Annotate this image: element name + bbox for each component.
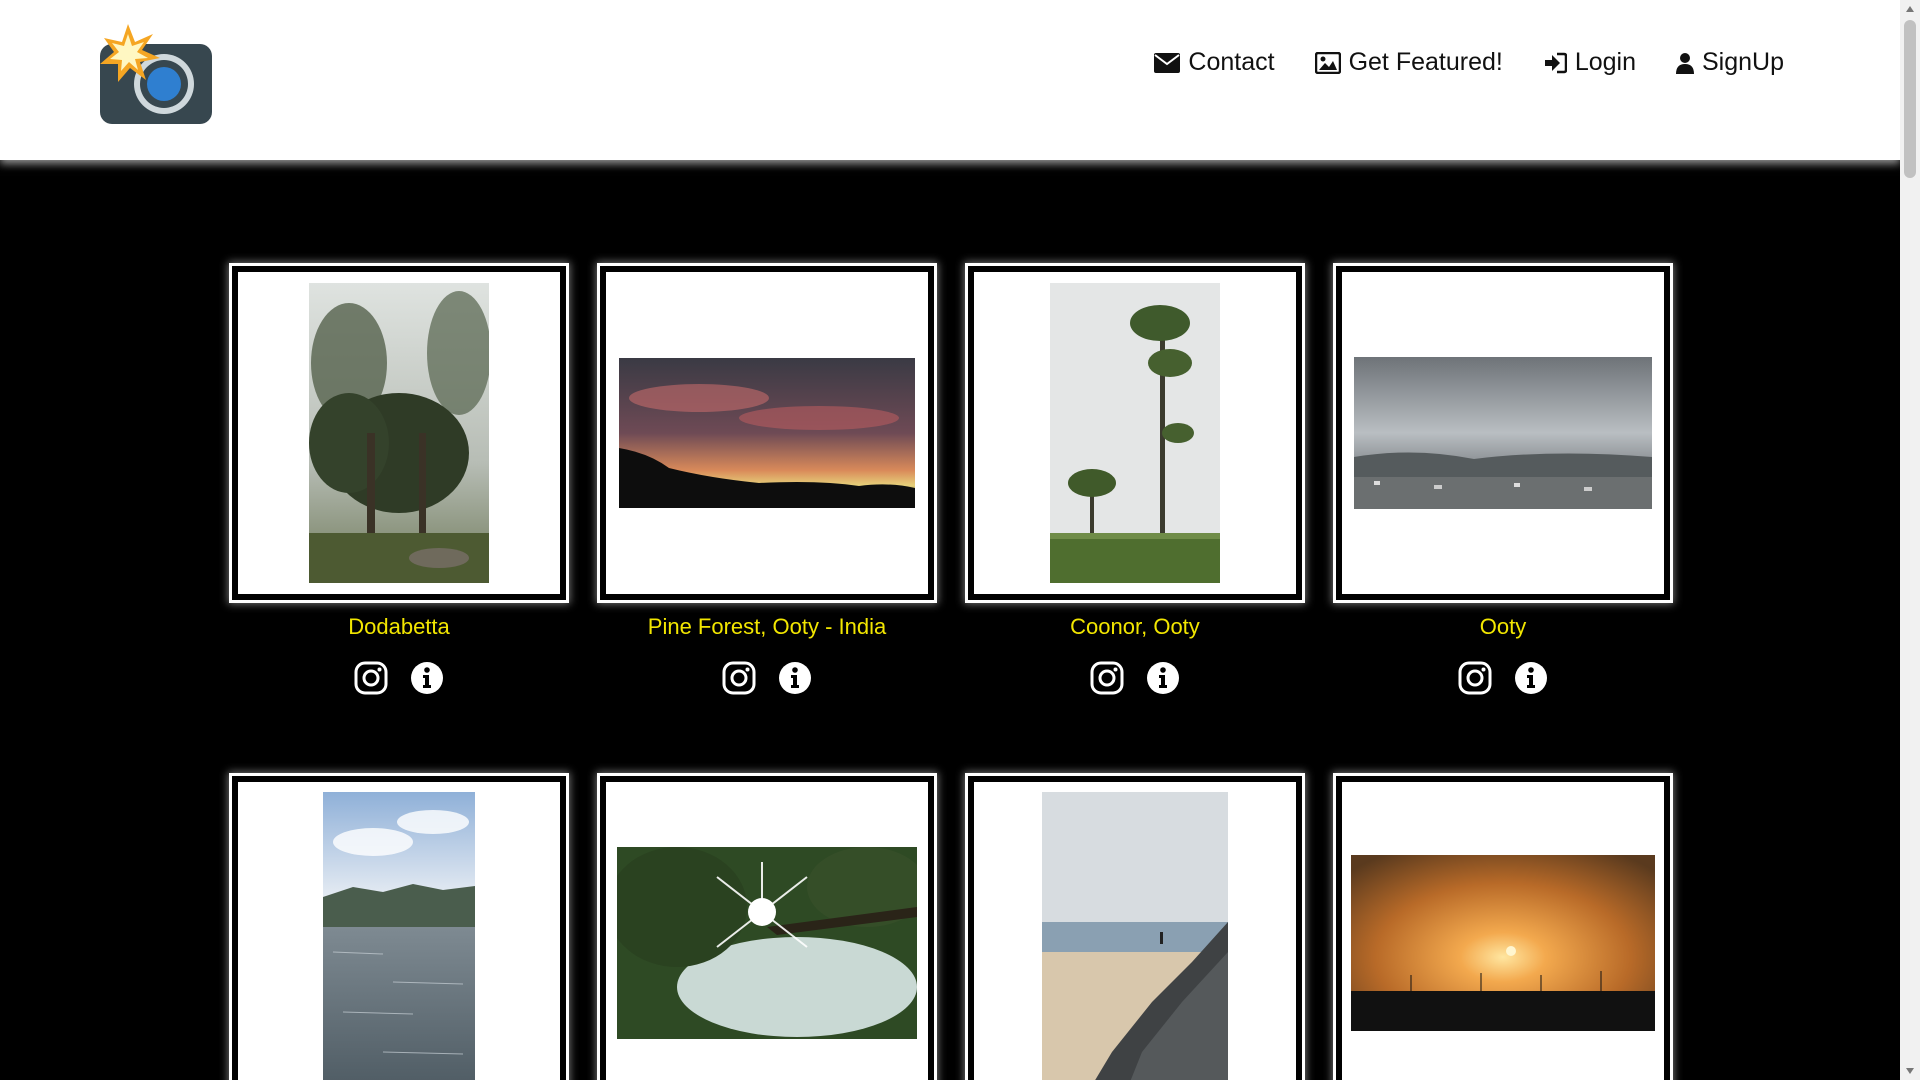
scroll-thumb[interactable] [1904, 20, 1916, 178]
photo-actions [353, 658, 445, 698]
gallery-row [229, 773, 1673, 1080]
photo-card [1333, 773, 1673, 1080]
main-nav: Contact Get Featured! Login SignUp [1154, 48, 1784, 77]
camera-logo[interactable] [98, 24, 214, 126]
page-scrollbar[interactable] [1900, 0, 1920, 1080]
nav-contact[interactable]: Contact [1154, 48, 1275, 77]
instagram-icon[interactable] [353, 660, 389, 696]
info-icon[interactable] [1513, 660, 1549, 696]
nav-login-label: Login [1574, 48, 1636, 76]
cloudy-town-hills [1354, 357, 1652, 509]
photo-frame[interactable] [965, 263, 1305, 603]
nav-contact-label: Contact [1188, 48, 1275, 76]
nav-signup-label: SignUp [1702, 48, 1784, 76]
instagram-icon[interactable] [1457, 660, 1493, 696]
user-icon [1676, 52, 1694, 74]
photo-caption: Ooty [1479, 614, 1527, 639]
lake-mountains-sky [323, 792, 475, 1080]
sun-through-trees [617, 847, 917, 1039]
photo-frame[interactable] [229, 263, 569, 603]
scroll-up-arrow-icon[interactable] [1900, 0, 1920, 18]
envelope-icon [1154, 52, 1181, 73]
instagram-icon[interactable] [1089, 660, 1125, 696]
site-header: Contact Get Featured! Login SignUp [0, 0, 1900, 160]
photo-frame[interactable] [597, 263, 937, 603]
photo-frame[interactable] [1333, 773, 1673, 1080]
sign-in-icon [1543, 52, 1567, 74]
photo-card: Pine Forest, Ooty - India [597, 263, 937, 698]
photo-card [965, 773, 1305, 1080]
scroll-down-arrow-icon[interactable] [1900, 1062, 1920, 1080]
info-icon[interactable] [777, 660, 813, 696]
photo-actions [1089, 658, 1181, 698]
image-icon [1314, 51, 1341, 74]
photo-caption: Pine Forest, Ooty - India [647, 614, 887, 639]
instagram-icon[interactable] [721, 660, 757, 696]
page: Contact Get Featured! Login SignUp Dodab… [0, 0, 1920, 1080]
photo-caption: Coonor, Ooty [1070, 614, 1200, 639]
misty-forest-trees [309, 283, 489, 583]
photo-card: Dodabetta [229, 263, 569, 698]
photo-gallery: Dodabetta Pine Forest, Ooty - India Coon… [229, 263, 1673, 1080]
photo-card: Ooty [1333, 263, 1673, 698]
info-icon[interactable] [409, 660, 445, 696]
photo-frame[interactable] [229, 773, 569, 1080]
photo-frame[interactable] [1333, 263, 1673, 603]
orange-sunset [1351, 855, 1655, 1031]
photo-actions [1457, 658, 1549, 698]
beach-rocks [1042, 792, 1228, 1080]
photo-card [229, 773, 569, 1080]
nav-login[interactable]: Login [1543, 48, 1636, 77]
sunset-clouds-silhouette [619, 358, 915, 508]
nav-get-featured-label: Get Featured! [1348, 48, 1503, 76]
nav-signup[interactable]: SignUp [1676, 48, 1784, 77]
info-icon[interactable] [1145, 660, 1181, 696]
gallery-row: Dodabetta Pine Forest, Ooty - India Coon… [229, 263, 1673, 698]
photo-card [597, 773, 937, 1080]
photo-caption: Dodabetta [348, 614, 450, 639]
nav-get-featured[interactable]: Get Featured! [1314, 48, 1503, 77]
tall-tree-tea-garden [1050, 283, 1220, 583]
photo-frame[interactable] [597, 773, 937, 1080]
photo-actions [721, 658, 813, 698]
photo-card: Coonor, Ooty [965, 263, 1305, 698]
photo-frame[interactable] [965, 773, 1305, 1080]
